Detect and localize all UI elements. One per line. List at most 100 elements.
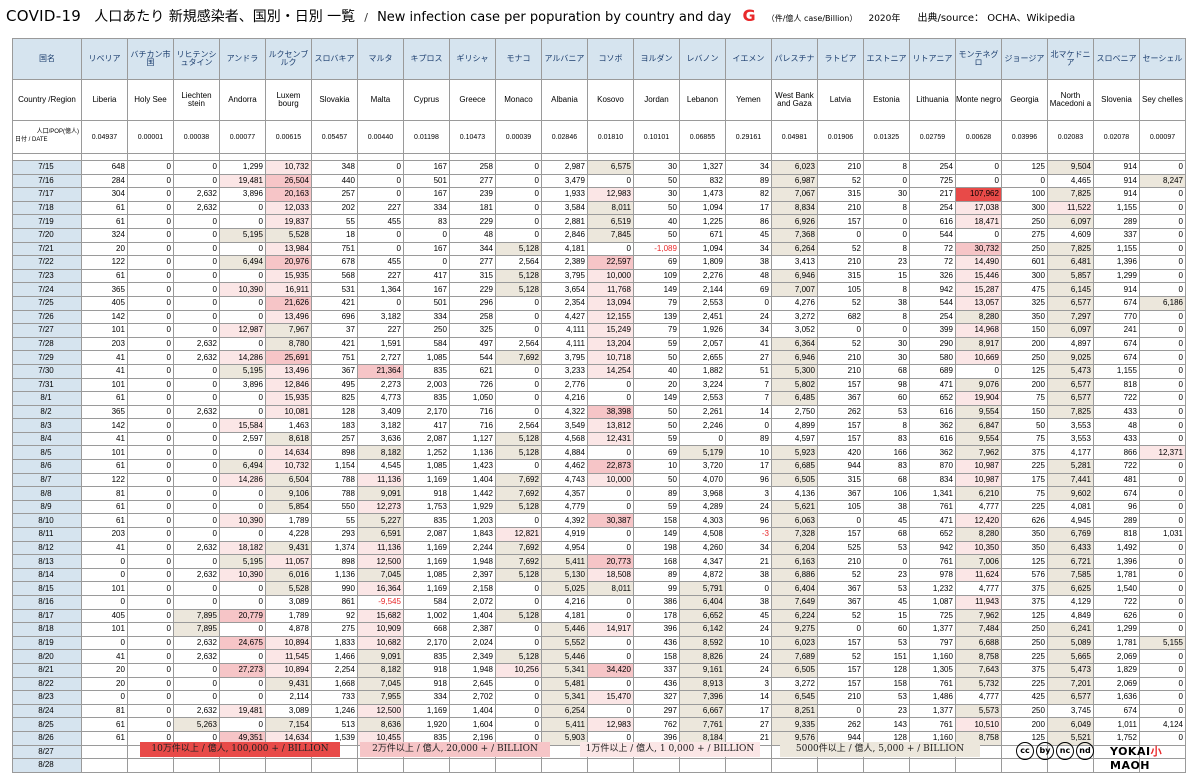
- value-cell: 1,486: [908, 690, 956, 705]
- value-cell: 250: [1000, 635, 1048, 651]
- date-cell: 7/18: [12, 200, 82, 216]
- value-cell: 158: [862, 676, 910, 692]
- value-cell: 0: [494, 187, 542, 202]
- country-name-jp: エストニア: [862, 38, 910, 80]
- table-row: 7/29 41 0 2,632 14,286 25,691 751 2,727 1,085 544…: [12, 350, 1187, 365]
- value-cell: 22,873: [586, 459, 634, 474]
- value-cell: 6,667: [678, 703, 726, 719]
- value-cell: 210: [816, 363, 864, 379]
- value-cell: 942: [908, 540, 956, 556]
- value-cell: 6,145: [1046, 282, 1094, 297]
- country-name-en: Lithuania: [908, 79, 956, 121]
- value-cell: 125: [1000, 363, 1048, 379]
- value-cell: 8,636: [356, 717, 404, 732]
- date-cell: 8/27: [12, 744, 82, 760]
- country-name-jp: レバノン: [678, 38, 726, 80]
- country-name-en: Sey chelles: [1138, 79, 1187, 121]
- value-cell: 1,833: [310, 635, 358, 651]
- value-cell: 277: [448, 255, 496, 270]
- value-cell: 0: [356, 187, 404, 202]
- value-cell: 79: [632, 295, 680, 311]
- value-cell: 8,251: [770, 703, 818, 719]
- value-cell: 3: [724, 676, 772, 692]
- table-row: 7/30 41 0 0 5,195 13,496 367 21,364 835 621 0 3,233…: [12, 363, 1187, 379]
- value-cell: 72: [908, 241, 956, 257]
- value-cell: 0: [494, 703, 542, 719]
- value-cell: 5,155: [1138, 635, 1187, 651]
- value-cell: 250: [1000, 703, 1048, 719]
- value-cell: 6,721: [1046, 554, 1094, 569]
- value-cell: 531: [310, 282, 358, 297]
- table-row: 7/22 122 0 0 6,494 20,976 678 455 0 277 2,564 2,389…: [12, 255, 1187, 270]
- gap-cell: [724, 153, 772, 161]
- value-cell: 3,795: [540, 350, 588, 365]
- value-cell: 7,154: [264, 717, 312, 732]
- value-cell: 11,943: [954, 595, 1002, 610]
- value-cell: 41: [80, 363, 128, 379]
- value-cell: 10,894: [264, 635, 312, 651]
- value-cell: 6,023: [770, 160, 818, 175]
- value-cell: 0: [80, 690, 128, 705]
- table-row: 8/12 41 0 2,632 18,182 9,431 1,374 11,136 1,169 2…: [12, 540, 1187, 556]
- value-cell: 0: [172, 690, 220, 705]
- value-cell: 6,494: [218, 255, 266, 270]
- value-cell: 250: [1000, 350, 1048, 365]
- country-name-en: Liberia: [80, 79, 128, 121]
- country-name-en: Greece: [448, 79, 496, 121]
- value-cell: 9,554: [954, 404, 1002, 420]
- value-cell: 2,987: [540, 160, 588, 175]
- table-row: 8/14 0 0 2,632 10,390 6,016 1,136 7,045 1,085 2,3…: [12, 567, 1187, 583]
- value-cell: 5,341: [540, 690, 588, 705]
- value-cell: 4,597: [770, 431, 818, 447]
- value-cell: 6,433: [1046, 540, 1094, 556]
- title-mark: G: [742, 6, 756, 25]
- country-population: 0.00001: [126, 120, 174, 154]
- value-cell: 289: [1092, 214, 1140, 229]
- value-cell: 4,111: [540, 323, 588, 338]
- value-cell: 0: [218, 527, 266, 542]
- value-cell: 17: [724, 200, 772, 216]
- value-cell: 7: [724, 377, 772, 393]
- value-cell: 10,000: [586, 268, 634, 284]
- country-name-en: Yemen: [724, 79, 772, 121]
- value-cell: 15,682: [356, 608, 404, 624]
- value-cell: 576: [1000, 567, 1048, 583]
- table-row: 7/15 648 0 0 1,299 10,732 348 0 167 258 0 2,987 6,57…: [12, 160, 1187, 175]
- value-cell: [908, 758, 956, 773]
- value-cell: 433: [1092, 404, 1140, 420]
- value-cell: 0: [1138, 350, 1187, 365]
- value-cell: 4,849: [1046, 608, 1094, 624]
- value-cell: 0: [586, 486, 634, 501]
- value-cell: [264, 758, 312, 773]
- value-cell: 11,136: [356, 472, 404, 488]
- value-cell: 6,625: [1046, 581, 1094, 596]
- value-cell: 10,987: [954, 472, 1002, 488]
- value-cell: 3,584: [540, 200, 588, 216]
- country-name-jp: ギリシャ: [448, 38, 496, 80]
- value-cell: 262: [816, 717, 864, 732]
- value-cell: 10,256: [494, 662, 542, 678]
- value-cell: 0: [126, 540, 174, 556]
- value-cell: 2,645: [448, 676, 496, 692]
- value-cell: 6,023: [770, 635, 818, 651]
- date-cell: 8/13: [12, 554, 82, 569]
- value-cell: 275: [1000, 227, 1048, 243]
- value-cell: 0: [494, 363, 542, 379]
- value-cell: 5,128: [494, 282, 542, 297]
- value-cell: 5,128: [494, 567, 542, 583]
- table-row: 8/9 61 0 0 0 5,854 550 12,273 1,753 1,929 5,128 4,7…: [12, 499, 1187, 515]
- value-cell: 1,789: [264, 513, 312, 529]
- value-cell: 168: [632, 554, 680, 569]
- value-cell: 12,500: [356, 703, 404, 719]
- value-cell: 2,276: [678, 268, 726, 284]
- value-cell: 96: [1092, 499, 1140, 515]
- value-cell: 30: [632, 187, 680, 202]
- value-cell: 4,260: [678, 540, 726, 556]
- title-en: New infection case per popuration by cou…: [377, 10, 732, 25]
- value-cell: 12,155: [586, 309, 634, 325]
- value-cell: 157: [816, 214, 864, 229]
- value-cell: 4,899: [770, 418, 818, 433]
- value-cell: 1,002: [402, 608, 450, 624]
- table-row: 8/7 122 0 0 14,286 6,504 788 11,136 1,169 1,404 7,…: [12, 472, 1187, 488]
- value-cell: 210: [816, 200, 864, 216]
